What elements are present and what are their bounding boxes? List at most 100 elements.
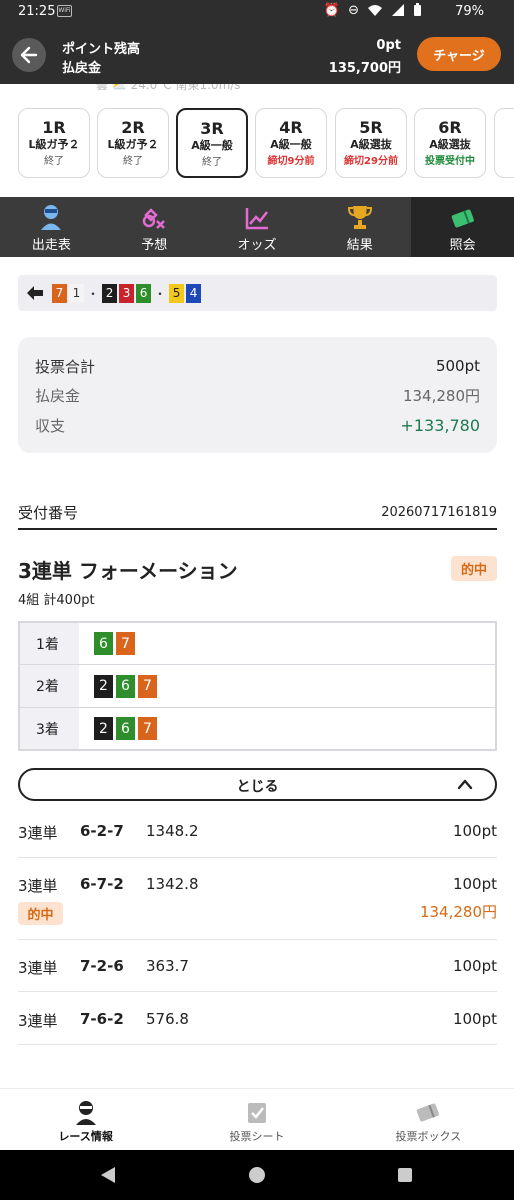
bet-row-combo: 6-7-2 (80, 875, 124, 893)
bet-row-amount: 100pt (452, 822, 497, 840)
back-triangle-icon[interactable] (99, 1166, 117, 1184)
race-number: 5R (359, 118, 383, 137)
status-time: 21:25 (18, 4, 56, 19)
race-status: 締切9分前 (267, 156, 315, 167)
hit-badge: 的中 (451, 556, 497, 581)
bike-number-chip: 3 (119, 283, 135, 303)
rider-icon (41, 205, 62, 230)
summary-row-total: 投票合計 500pt (35, 354, 480, 378)
bike-number-chip: 7 (138, 674, 157, 698)
tab-entries[interactable]: 出走表 (0, 197, 103, 257)
arrow-left-icon (27, 286, 43, 300)
bet-row-combo: 6-2-7 (80, 822, 124, 840)
bike-number-chip: 2 (102, 283, 118, 303)
bet-box-icon (417, 1103, 440, 1122)
race-status: 締切29分前 (344, 156, 398, 167)
race-number: 1R (42, 118, 66, 137)
close-label: とじる (236, 779, 279, 795)
race-number: 4R (279, 118, 303, 137)
race-grade: A級一般 (191, 139, 233, 152)
nav-bet-box[interactable]: 投票ボックス (343, 1089, 514, 1150)
line-separator: ・ (87, 286, 100, 301)
bet-row-odds: 1342.8 (146, 875, 199, 893)
nav-label: レース情報 (58, 1130, 113, 1143)
formation-table: 1着 6 7 2着 2 6 7 3着 2 6 7 (18, 621, 497, 751)
arrow-left-icon (20, 46, 38, 64)
race-card-1r[interactable]: 1R L級ガ予２ 終了 (18, 108, 90, 178)
bike-number-chip: 2 (94, 717, 113, 740)
tab-label: 照会 (449, 238, 476, 253)
bottom-nav: レース情報 投票シート 投票ボックス (0, 1088, 514, 1150)
summary-row-payout: 払戻金 134,280円 (35, 383, 480, 407)
tab-odds[interactable]: オッズ (206, 197, 309, 257)
bet-row-combo: 7-6-2 (80, 1010, 124, 1028)
weather-text: 曇 ⛅ 24.0°C 南東1.0m/s (96, 84, 241, 92)
bike-number-chip: 1 (69, 283, 84, 303)
chevron-up-icon (457, 779, 473, 790)
tab-label: 予想 (141, 238, 168, 253)
bike-number-chip: 2 (94, 674, 113, 698)
formation-row-2nd: 2着 2 6 7 (20, 665, 495, 708)
total-value: 500pt (435, 357, 480, 375)
race-grade: A級選抜 (429, 138, 471, 151)
summary-row-balance: 収支 +133,780 (35, 413, 480, 437)
bet-sheet-icon (247, 1103, 266, 1123)
receipt-label: 受付番号 (18, 503, 79, 522)
bet-row-type: 3連単 (18, 824, 58, 842)
balance-label: 収支 (35, 416, 66, 435)
balance-value: +133,780 (400, 415, 480, 435)
bet-row-amount: 100pt (452, 957, 497, 975)
dnd-icon: ⊖ (348, 3, 359, 18)
formation-position: 2着 (20, 665, 79, 707)
back-button[interactable] (12, 38, 46, 72)
charge-button[interactable]: チャージ (417, 37, 501, 71)
weather-info: 曇 ⛅ 24.0°C 南東1.0m/s (0, 84, 514, 98)
bet-row: 3連単 7-2-6 363.7 100pt (18, 957, 497, 992)
formation-row-1st: 1着 6 7 (20, 623, 495, 665)
nav-bet-sheet[interactable]: 投票シート (171, 1089, 342, 1150)
bike-number-chip: 6 (136, 283, 152, 303)
tab-prediction[interactable]: 予想 (103, 197, 206, 257)
formation-row-3rd: 3着 2 6 7 (20, 708, 495, 749)
points-label: ポイント残高 (62, 42, 141, 57)
bet-row-odds: 576.8 (146, 1010, 189, 1028)
race-card-next[interactable] (494, 108, 514, 178)
race-card-2r[interactable]: 2R L級ガ予２ 終了 (97, 108, 169, 178)
nav-label: 投票シート (229, 1130, 285, 1143)
bet-row-odds: 363.7 (146, 957, 189, 975)
app-header: ポイント残高 払戻金 0pt 135,700円 チャージ (0, 24, 514, 84)
race-info-icon (75, 1101, 96, 1125)
bet-type-title: 3連単 フォーメーション (18, 559, 238, 583)
receipt-number: 20260717161819 (381, 504, 497, 520)
alarm-icon: ⏰ (323, 3, 341, 18)
race-card-4r[interactable]: 4R A級一般 締切9分前 (255, 108, 327, 178)
signal-icon (391, 3, 405, 21)
race-grade: L級ガ予２ (107, 138, 159, 151)
trophy-icon (347, 206, 372, 229)
payout-value: 135,700円 (328, 61, 401, 76)
race-card-6r[interactable]: 6R A級選抜 投票受付中 (414, 108, 486, 178)
bet-row-payout: 134,280円 (419, 903, 497, 921)
race-status: 投票受付中 (425, 156, 475, 167)
nav-label: 投票ボックス (395, 1130, 462, 1143)
close-toggle-button[interactable]: とじる (18, 768, 497, 801)
recents-square-icon[interactable] (397, 1167, 413, 1183)
line-order-bar: 7 1 ・ 2 3 6 ・ 5 4 (18, 275, 497, 311)
home-circle-icon[interactable] (248, 1166, 266, 1184)
race-number: 6R (438, 118, 462, 137)
wifi-icon (367, 3, 383, 21)
bet-row-type: 3連単 (18, 959, 58, 977)
tab-inquiry[interactable]: 照会 (411, 197, 514, 257)
nav-race-info[interactable]: レース情報 (0, 1089, 171, 1150)
race-grade: A級選抜 (350, 138, 392, 151)
race-card-5r[interactable]: 5R A級選抜 締切29分前 (335, 108, 407, 178)
receipt-row: 受付番号 20260717161819 (18, 496, 497, 530)
payout-value: 134,280円 (402, 386, 480, 405)
race-status: 終了 (44, 156, 64, 167)
race-grade: L級ガ予２ (28, 138, 80, 151)
wifi-badge: WiFi (57, 5, 72, 17)
tab-results[interactable]: 結果 (308, 197, 411, 257)
race-card-3r[interactable]: 3R A級一般 終了 (176, 108, 248, 178)
bet-row: 3連単 6-7-2 1342.8 100pt 的中 134,280円 (18, 875, 497, 940)
bet-row-type: 3連単 (18, 1012, 58, 1030)
